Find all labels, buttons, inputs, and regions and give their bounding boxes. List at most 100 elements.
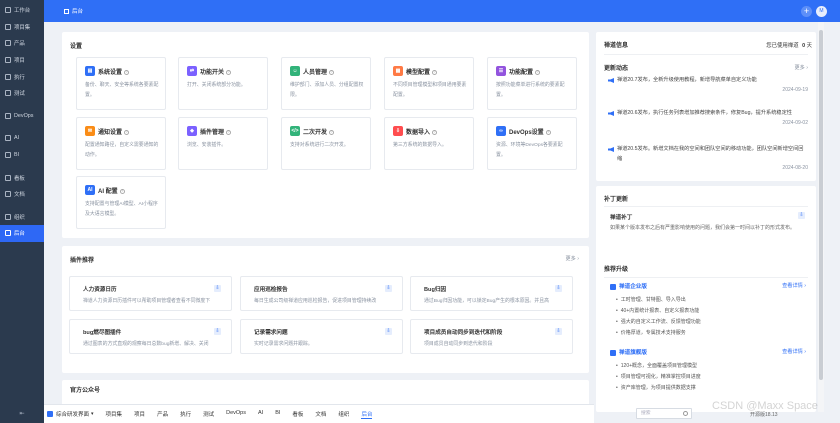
download-icon[interactable]: ⇩ [555,328,562,335]
edition-icon [610,283,616,290]
plugin-card[interactable]: Bug归因 通过Bug归因功能，可以锁定Bug产生的根本原因。并且高 ⇩ [410,276,573,311]
download-icon[interactable]: ⇩ [798,212,805,219]
edition-icon [610,349,616,356]
plugin-card[interactable]: 记录需求问题 实时记录需求问题并跟踪。 ⇩ [240,319,403,354]
edition-feature: • 120+概念，全面覆盖项目管理模型 [616,363,698,369]
bottom-tab[interactable]: 看板 [292,410,303,419]
download-icon[interactable]: ⇩ [555,285,562,292]
edition-name[interactable]: 禅道旗舰版 [610,348,647,356]
bottom-tab[interactable]: 组织 [338,410,349,419]
zentao-info-panel: 禅道信息 您已使用禅道 0 天 更新动态 更多 › 禅道20.7发布，全新升级使… [596,32,816,181]
sidebar-item-10[interactable]: 文档 [0,186,44,203]
announcement-icon [608,147,614,152]
sidebar-item-3[interactable]: 项目 [0,52,44,69]
breadcrumb-label: 后台 [72,9,84,15]
mode-switch[interactable]: 综合研发界面 ▾ [47,410,94,418]
patch-name[interactable]: 禅道补丁 [610,213,632,221]
sidebar-item-9[interactable]: 看板 [0,169,44,186]
settings-card-8[interactable]: ⇩ 数据导入? 第三方系统的数据导入。 [384,117,474,170]
settings-card-10[interactable]: AI AI 配置? 支持配置与管理AI模型、AI小程序及大语言模型。 [76,176,166,229]
bottom-tab[interactable]: 测试 [203,410,214,419]
settings-card-icon: ✉ [85,126,95,136]
sidebar-item-7[interactable]: AI [0,130,44,147]
sidebar-item-label: 执行 [14,74,25,81]
plugin-title: 项目成员自动同步到迭代和阶段 [424,330,503,336]
zentao-info-column: 禅道信息 您已使用禅道 0 天 更新动态 更多 › 禅道20.7发布，全新升级使… [596,32,816,412]
download-icon[interactable]: ⇩ [214,285,221,292]
bottom-tab[interactable]: 文档 [315,410,326,419]
breadcrumb[interactable]: 后台 [64,7,83,15]
sidebar-item-5[interactable]: 测试 [0,85,44,102]
help-icon[interactable]: ? [124,129,130,135]
bottom-tab[interactable]: BI [275,410,280,419]
help-icon[interactable]: ? [226,69,232,75]
collapse-sidebar-button[interactable]: ⇤ [0,410,44,417]
help-icon[interactable]: ? [124,69,130,75]
plugin-card[interactable]: bug燃尽图插件 通过图表的方式直观的观察每日总数bug新增、解决、关闭 ⇩ [69,319,232,354]
settings-card-4[interactable]: ☰ 功能配置? 按照功能菜单进行系统的要素配置。 [487,57,577,110]
edition-name[interactable]: 禅道企业版 [610,282,647,290]
settings-card-title: 模型配置? [406,69,438,76]
bottom-tab[interactable]: AI [258,410,263,419]
download-icon[interactable]: ⇩ [214,328,221,335]
bottom-tab[interactable]: 执行 [180,410,191,419]
settings-card-7[interactable]: </> 二次开发? 支持对系统进行二次开发。 [281,117,371,170]
plugin-desc: 通过Bug归因功能，可以锁定Bug产生的根本原因。并且高 [424,299,549,304]
news-item[interactable]: 禅道20.5发布。新增文档在我的空间和团队空间的移动功能，团队空间新增空间回缩 2… [608,145,808,171]
sidebar-item-label: 项目 [14,58,25,65]
sidebar-item-12[interactable]: 后台 [0,225,44,242]
plugin-title: bug燃尽图插件 [83,330,122,336]
sidebar-item-label: 工作台 [14,8,31,15]
sidebar-item-11[interactable]: 组织 [0,209,44,226]
sidebar-item-8[interactable]: BI [0,147,44,164]
edition-feature: • 项目管理可视化，精准掌控项目进度 [616,374,701,380]
help-icon[interactable]: ? [432,69,438,75]
bottom-tab[interactable]: 后台 [361,410,373,419]
avatar[interactable]: M [816,6,827,17]
news-text: 禅道20.7发布，全新升级使用教程，新增导航菜单自定义功能 [617,77,757,83]
plugins-more-link[interactable]: 更多 › [565,255,579,262]
help-icon[interactable]: ? [329,129,335,135]
updates-more-link[interactable]: 更多 › [794,64,808,71]
plugin-card[interactable]: 项目成员自动同步到迭代和阶段 项目成员自动同步到迭代和阶段 ⇩ [410,319,573,354]
settings-card-2[interactable]: ☺ 人员管理? 维护部门、添加人员、分组配置权限。 [281,57,371,110]
help-icon[interactable]: ? [545,129,551,135]
edition-details-link[interactable]: 查看详情 › [782,282,806,289]
edition-feature: • 资产库管理，为项目提供数据支撑 [616,385,696,391]
settings-card-9[interactable]: ∞ DevOps设置? 资源、环境等DevOps各要素配置。 [487,117,577,170]
bottom-tab[interactable]: 项目集 [106,410,123,419]
topbar: 后台 + M [44,0,840,22]
upgrade-title: 推荐升级 [604,267,629,273]
bottom-tab[interactable]: 产品 [157,410,168,419]
settings-card-desc: 配置通知路径，自定义需要通知的动作。 [85,143,159,158]
help-icon[interactable]: ? [535,69,541,75]
sidebar-item-4[interactable]: 执行 [0,68,44,85]
search-input[interactable]: 搜索 [636,408,692,419]
download-icon[interactable]: ⇩ [385,285,392,292]
settings-card-3[interactable]: ▦ 模型配置? 不同项目管理模型和项目通用要素配置。 [384,57,474,110]
settings-card-1[interactable]: ⇄ 功能开关? 打开、关闭系统部分功能。 [178,57,268,110]
sidebar-item-1[interactable]: 项目集 [0,19,44,36]
help-icon[interactable]: ? [432,129,438,135]
create-button[interactable]: + [801,6,812,17]
settings-card-0[interactable]: ▤ 系统设置? 备份、聊天、安全等系统各要素配置。 [76,57,166,110]
sidebar-item-0[interactable]: 工作台 [0,2,44,19]
sidebar-item-2[interactable]: 产品 [0,35,44,52]
edition-details-link[interactable]: 查看详情 › [782,348,806,355]
news-item[interactable]: 禅道20.7发布，全新升级使用教程，新增导航菜单自定义功能 2024-09-19 [608,76,808,93]
news-item[interactable]: 禅道20.6发布，执行任务列表增加推荐搜索条件，修复Bug，提升系统稳定性 202… [608,109,808,126]
settings-card-6[interactable]: ◆ 插件管理? 浏览、安装插件。 [178,117,268,170]
sidebar-item-6[interactable]: DevOps [0,108,44,125]
help-icon[interactable]: ? [329,69,335,75]
plugin-card[interactable]: 人力资源日历 禅道人力资源日历插件可以帮助项目管理者查看不同微度下 ⇩ [69,276,232,311]
help-icon[interactable]: ? [119,188,125,194]
settings-card-icon: AI [85,185,95,195]
help-icon[interactable]: ? [226,129,232,135]
download-icon[interactable]: ⇩ [385,328,392,335]
bottom-tab[interactable]: DevOps [226,410,246,419]
settings-card-5[interactable]: ✉ 通知设置? 配置通知路径，自定义需要通知的动作。 [76,117,166,170]
scrollbar-thumb[interactable] [819,30,823,380]
plugin-desc: 禅道人力资源日历插件可以帮助项目管理者查看不同微度下 [83,299,211,304]
plugin-card[interactable]: 应用巡检报告 每日生成公司级禅道应用巡检报告，促进项目管理持续改 ⇩ [240,276,403,311]
bottom-tab[interactable]: 项目 [134,410,145,419]
